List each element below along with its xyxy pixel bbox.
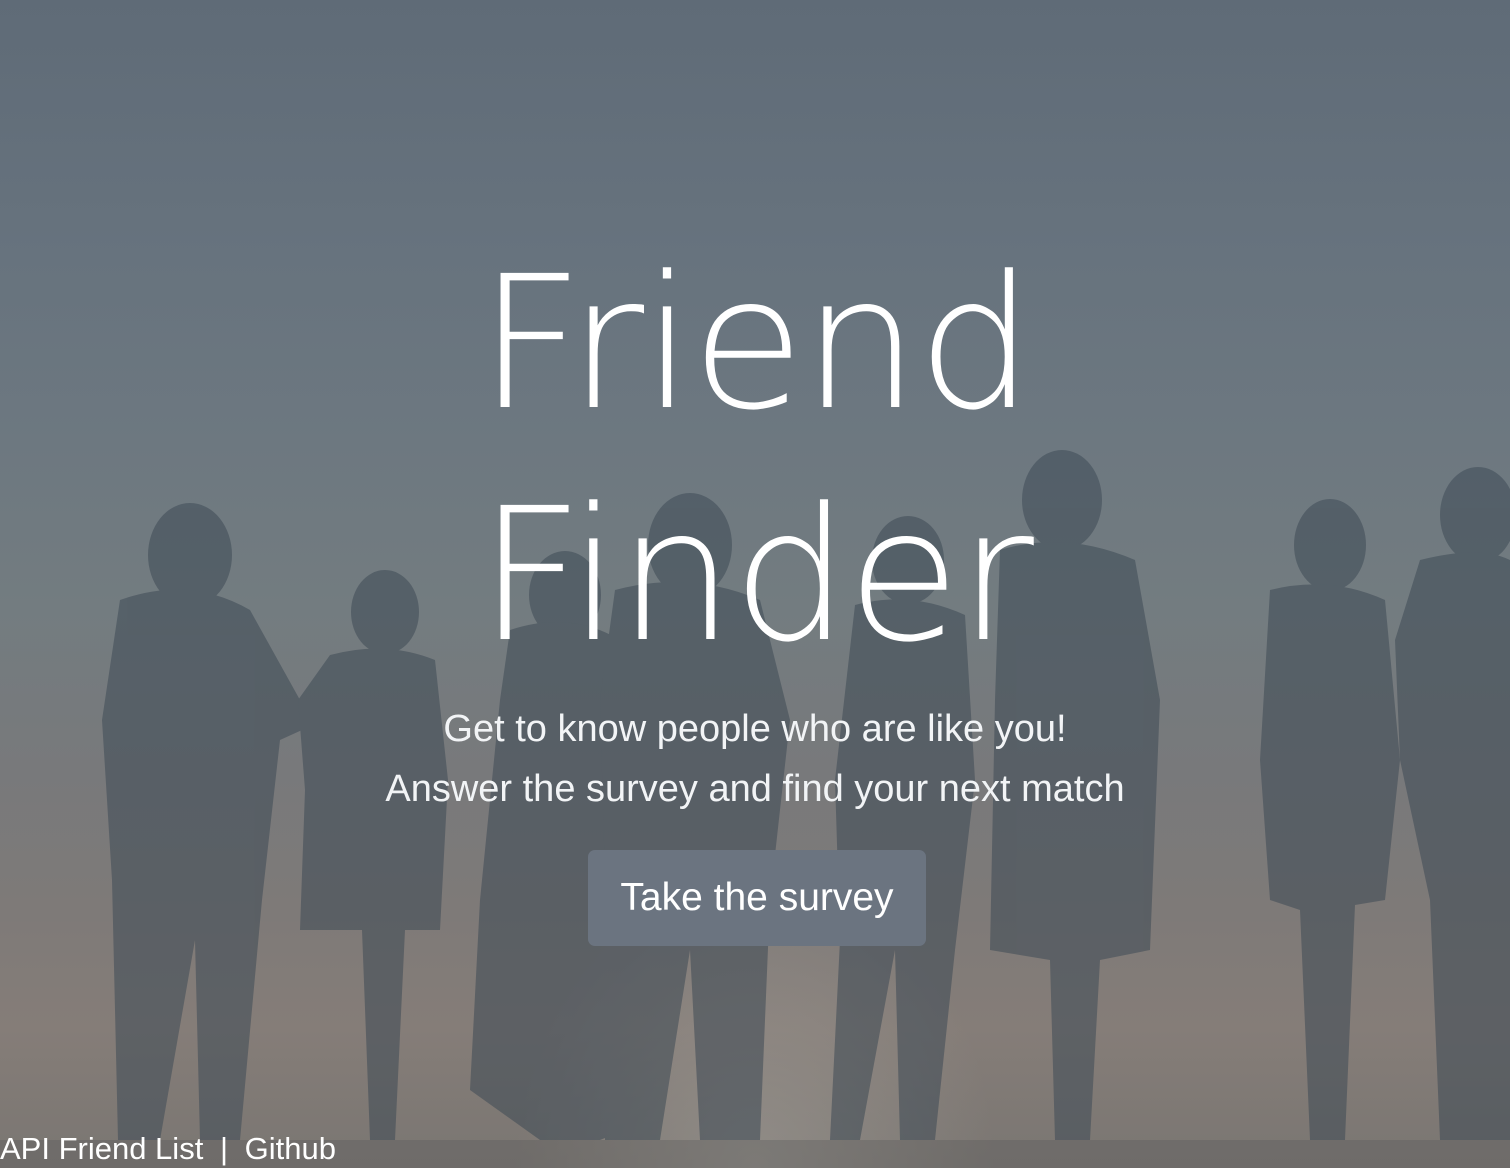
github-link[interactable]: Github [245, 1131, 336, 1166]
hero-section: Friend Finder Get to know people who are… [0, 0, 1510, 1168]
page-title-line1: Friend [478, 237, 1034, 451]
footer: API Friend List | Github [0, 1130, 336, 1168]
tagline-line1: Get to know people who are like you! [443, 708, 1067, 750]
tagline-line2: Answer the survey and find your next mat… [385, 768, 1125, 810]
take-survey-button[interactable]: Take the survey [588, 850, 926, 946]
api-friend-list-link[interactable]: API Friend List [0, 1131, 203, 1166]
footer-separator: | [219, 1131, 228, 1166]
page-title-line2: Finder [478, 469, 1034, 683]
